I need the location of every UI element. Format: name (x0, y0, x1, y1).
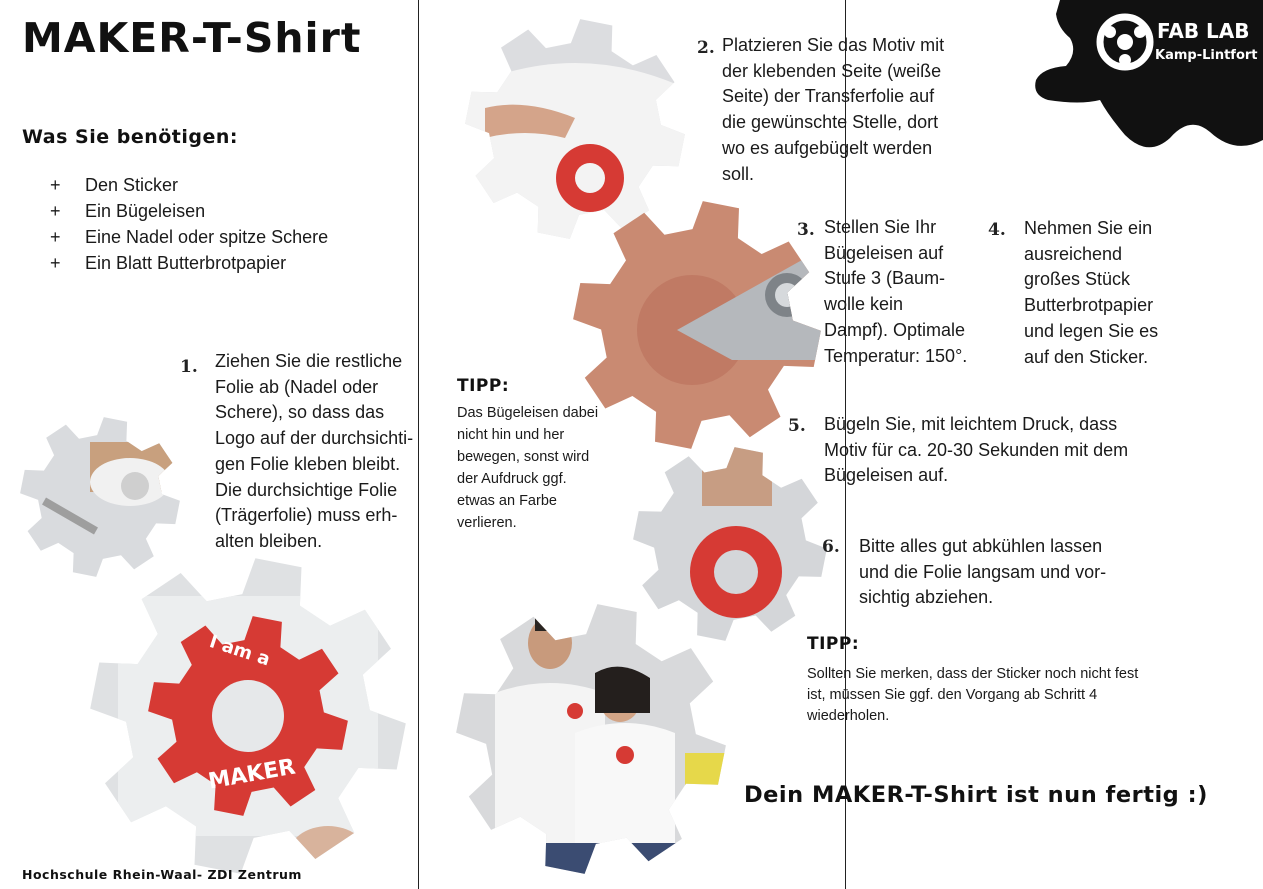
needs-list: + Den Sticker + Ein Bügeleisen + Eine Nadel… (50, 172, 328, 276)
step-5-text: Bügeln Sie, mit leichtem Druck, dass Mot… (824, 414, 1129, 486)
list-item: + Ein Bügeleisen (50, 201, 206, 221)
logo-text: FAB LAB (1157, 19, 1250, 43)
list-item: + Den Sticker (50, 175, 179, 195)
step-6-text: Bitte alles gut abkühlen lassen und die … (859, 536, 1107, 608)
step-1-text: Ziehen Sie die restliche Folie ab (Nadel… (215, 351, 414, 551)
fablab-logo-icon: FAB LAB Kamp-Lintfort (1035, 0, 1263, 148)
step-3-number: 3. (797, 220, 815, 240)
step-2-number: 2. (697, 38, 715, 58)
logo-subtext: Kamp-Lintfort (1155, 48, 1258, 63)
fold-line-left (418, 0, 419, 889)
final-message: Dein MAKER-T-Shirt ist nun fertig :) (744, 782, 1208, 808)
tip-2-text: Sollten Sie merken, dass der Sticker noc… (807, 666, 1139, 724)
step-4-text: Nehmen Sie ein ausreichend großes Stück … (1024, 218, 1159, 367)
footer-credit: Hochschule Rhein-Waal- ZDI Zentrum (22, 867, 302, 882)
step-5-number: 5. (788, 416, 806, 436)
page-title: MAKER-T-Shirt (22, 14, 362, 62)
list-item: + Ein Blatt Butterbrotpapier (50, 253, 287, 273)
gear-photo-icon (573, 201, 821, 449)
step-2-text: Platzieren Sie das Motiv mit der klebend… (722, 35, 945, 184)
step-4-number: 4. (988, 220, 1006, 240)
needs-heading: Was Sie benötigen: (22, 126, 238, 148)
list-item: + Eine Nadel oder spitze Schere (50, 227, 329, 247)
tip-1-text: Das Bügeleisen dabei nicht hin und her b… (457, 405, 599, 531)
step-1-number: 1. (180, 357, 198, 377)
step-3-text: Stellen Sie Ihr Bügeleisen auf Stufe 3 (… (824, 217, 968, 366)
gear-photo-icon: I am a MAKER (90, 558, 406, 874)
tip-2-heading: TIPP: (807, 634, 860, 654)
tip-1-heading: TIPP: (457, 376, 510, 396)
gear-photo-icon (456, 604, 726, 874)
step-6-number: 6. (822, 537, 840, 557)
